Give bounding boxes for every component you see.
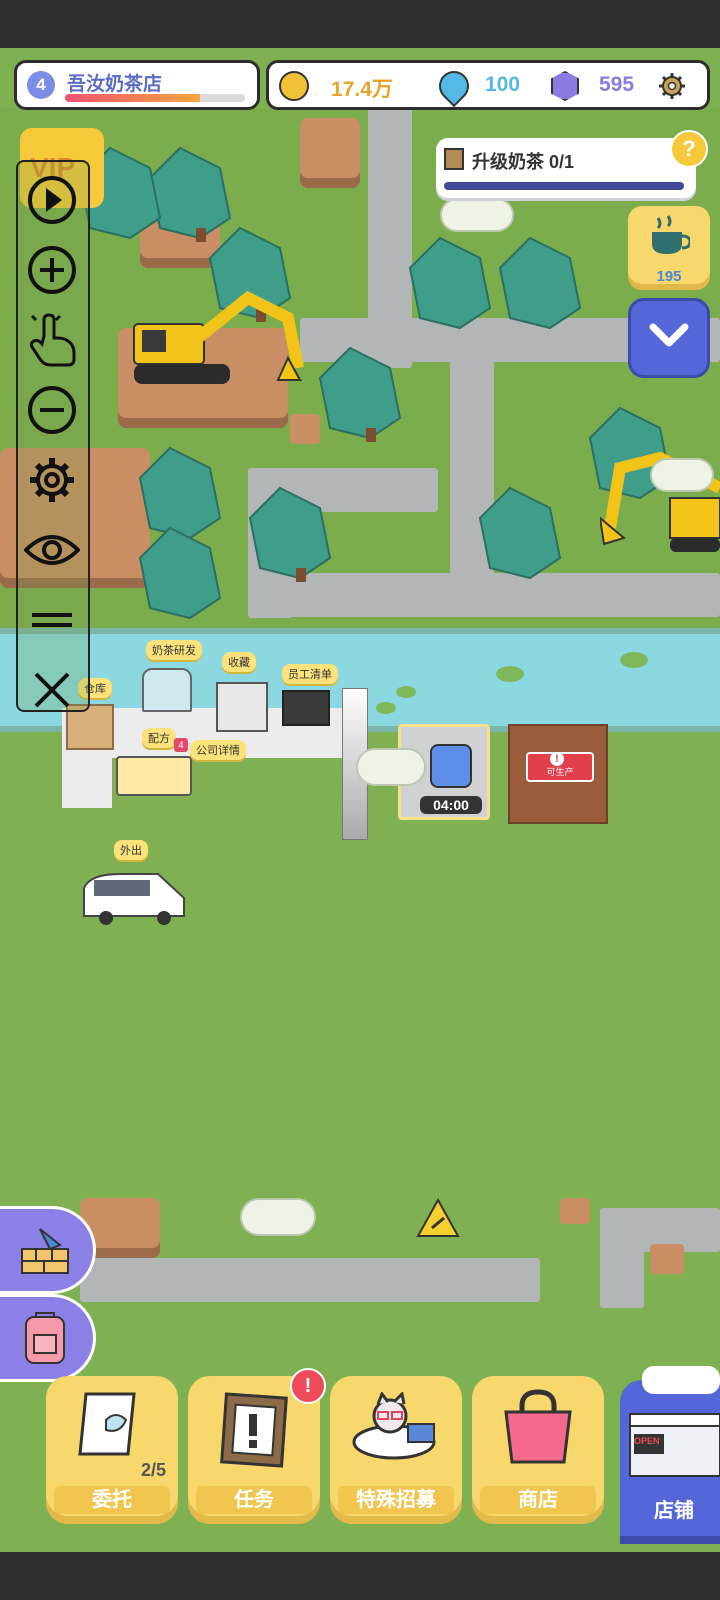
tea-count: 195 [656, 268, 682, 285]
tasks-label: 任务 [196, 1486, 312, 1514]
alert-icon: ! [550, 752, 564, 766]
excavator [600, 451, 720, 552]
collapse-button[interactable] [628, 298, 710, 378]
build-button[interactable] [0, 1206, 96, 1294]
commission-label: 委托 [54, 1486, 170, 1514]
navigation-bar [0, 1552, 720, 1600]
commission-count: 2/5 [140, 1460, 166, 1480]
excavator [133, 290, 304, 384]
plus-icon [28, 246, 76, 294]
shop-info-panel[interactable]: 4 吾汝奶茶店 [14, 60, 260, 110]
shelf[interactable] [216, 682, 268, 732]
gem-amount: 595 [599, 73, 635, 96]
minus-icon [28, 386, 76, 434]
task-alert-icon: ! [290, 1368, 326, 1404]
gear-icon [30, 458, 74, 502]
gem-icon[interactable] [551, 71, 579, 101]
quest-label: 升级奶茶 0/1 [472, 152, 575, 172]
drop-amount: 100 [485, 73, 521, 96]
hand-pointer-icon [29, 313, 76, 367]
road [600, 1208, 644, 1308]
production-timer: 04:00 [420, 796, 482, 814]
open-sign: OPEN [634, 1436, 660, 1446]
water-drop-icon[interactable] [432, 64, 476, 108]
shop-tab[interactable]: 商店 [472, 1376, 604, 1524]
cat-laptop-icon [352, 1392, 436, 1460]
cloud [356, 748, 426, 786]
backpack-icon [25, 1312, 65, 1364]
staff-board[interactable] [282, 690, 330, 726]
eye-icon [24, 535, 80, 565]
cloud [650, 458, 714, 492]
close-rail-button[interactable] [24, 662, 80, 718]
drag-handle[interactable] [24, 592, 80, 648]
staff-list-label[interactable]: 员工清单 [282, 664, 338, 684]
tool-settings-button[interactable] [24, 452, 80, 508]
construction-sign-icon[interactable] [416, 1198, 460, 1238]
shop-name: 吾汝奶茶店 [67, 74, 163, 95]
stump [290, 414, 320, 444]
chevron-down-icon [649, 323, 689, 347]
zoom-out-button[interactable] [24, 382, 80, 438]
settings-gear-icon[interactable] [657, 71, 687, 101]
capsule-icon [430, 744, 472, 788]
shopping-bag-icon [504, 1389, 572, 1464]
stump [650, 1244, 684, 1274]
gold-coin-icon[interactable] [279, 71, 309, 101]
shop-exp-fill [65, 94, 200, 102]
close-icon [34, 672, 70, 708]
help-icon[interactable]: ? [670, 130, 708, 168]
backpack-button[interactable] [0, 1294, 96, 1382]
store-label: 店铺 [654, 1500, 694, 1522]
road [80, 1258, 540, 1302]
store-tab[interactable]: OPEN 店铺 [620, 1366, 720, 1544]
menu-lines-icon [32, 613, 72, 627]
store-tab-tag [642, 1366, 720, 1394]
stump [560, 1198, 590, 1224]
outing-label[interactable]: 外出 [114, 840, 148, 860]
commission-tab[interactable]: 2/5 委托 [46, 1376, 178, 1524]
status-bar [0, 0, 720, 48]
recruit-label: 特殊招募 [338, 1486, 454, 1514]
cloud [240, 1198, 316, 1236]
company-badge: 4 [174, 738, 188, 752]
brick-trowel-icon [21, 1228, 69, 1274]
currency-panel: 17.4万 100 595 [266, 60, 710, 110]
recipe-label[interactable]: 配方 [142, 728, 176, 748]
shop-level-badge: 4 [27, 71, 55, 99]
play-icon [28, 176, 76, 224]
quest-panel[interactable]: 升级奶茶 0/1 [436, 138, 696, 198]
company-label[interactable]: 公司详情 [190, 740, 246, 760]
van[interactable] [80, 868, 190, 928]
research-machine[interactable] [142, 668, 192, 712]
cloud [440, 198, 514, 232]
collection-label[interactable]: 收藏 [222, 652, 256, 672]
quest-progress-bar [444, 182, 684, 190]
play-button[interactable] [24, 172, 80, 228]
counter[interactable] [116, 756, 192, 796]
tap-button[interactable] [24, 312, 80, 368]
gold-amount: 17.4万 [331, 78, 393, 101]
recruit-tab[interactable]: 特殊招募 [330, 1376, 462, 1524]
tasks-tab[interactable]: ! 任务 [188, 1368, 326, 1524]
tea-button[interactable]: 195 [628, 206, 710, 290]
research-label[interactable]: 奶茶研发 [146, 640, 202, 660]
shop-label: 商店 [480, 1486, 596, 1514]
task-board-icon [220, 1392, 288, 1468]
shop-exp-bar [65, 94, 245, 102]
tea-cup-icon [652, 215, 690, 254]
view-toggle-button[interactable] [24, 522, 80, 578]
document-pen-icon [78, 1392, 136, 1456]
quest-icon [444, 148, 464, 170]
game-map[interactable]: 仓库 奶茶研发 收藏 员工清单 配方 公司详情 4 外出 04:00 可生产 ! [0, 48, 720, 1552]
zoom-in-button[interactable] [24, 242, 80, 298]
company-yard [62, 748, 112, 808]
